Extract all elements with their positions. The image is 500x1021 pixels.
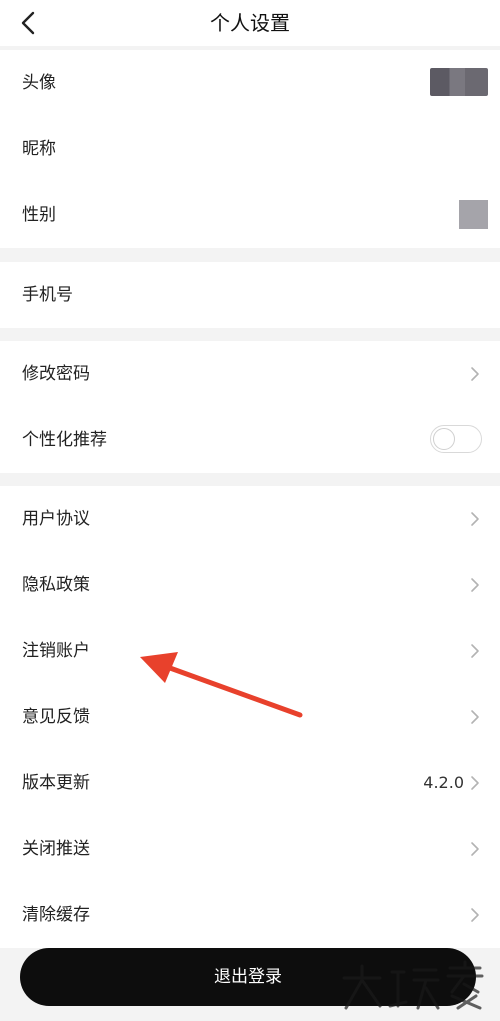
change-password-label: 修改密码 <box>22 364 90 384</box>
cancel-account-row[interactable]: 注销账户 <box>0 618 500 684</box>
chevron-right-icon <box>471 367 479 381</box>
gender-value[interactable] <box>459 200 488 229</box>
about-section: 用户协议 隐私政策 注销账户 意见反馈 版本更新 4.2.0 关闭推送 清除缓存 <box>0 486 500 948</box>
page-title: 个人设置 <box>210 11 290 35</box>
phone-section: 手机号 <box>0 262 500 328</box>
chevron-right-icon <box>471 710 479 724</box>
change-password-row[interactable]: 修改密码 <box>0 341 500 407</box>
toggle-knob <box>433 428 455 450</box>
close-push-row[interactable]: 关闭推送 <box>0 816 500 882</box>
gender-label: 性别 <box>22 205 56 225</box>
header: 个人设置 <box>0 0 500 46</box>
nickname-label: 昵称 <box>22 139 56 159</box>
personalized-recommend-label: 个性化推荐 <box>22 430 107 450</box>
close-push-label: 关闭推送 <box>22 839 90 859</box>
profile-section: 头像 昵称 性别 <box>0 50 500 248</box>
privacy-policy-label: 隐私政策 <box>22 575 90 595</box>
chevron-right-icon <box>471 578 479 592</box>
chevron-right-icon <box>471 512 479 526</box>
chevron-right-icon <box>471 644 479 658</box>
personalized-recommend-toggle[interactable] <box>430 425 482 453</box>
feedback-row[interactable]: 意见反馈 <box>0 684 500 750</box>
nickname-row[interactable]: 昵称 <box>0 116 500 182</box>
user-agreement-row[interactable]: 用户协议 <box>0 486 500 552</box>
security-section: 修改密码 个性化推荐 <box>0 341 500 473</box>
version-update-row[interactable]: 版本更新 4.2.0 <box>0 750 500 816</box>
avatar-row[interactable]: 头像 <box>0 50 500 116</box>
phone-row[interactable]: 手机号 <box>0 262 500 328</box>
privacy-policy-row[interactable]: 隐私政策 <box>0 552 500 618</box>
feedback-label: 意见反馈 <box>22 707 90 727</box>
version-update-label: 版本更新 <box>22 773 90 793</box>
chevron-right-icon <box>471 776 479 790</box>
avatar-label: 头像 <box>22 73 56 93</box>
clear-cache-row[interactable]: 清除缓存 <box>0 882 500 948</box>
clear-cache-label: 清除缓存 <box>22 905 90 925</box>
personalized-recommend-row: 个性化推荐 <box>0 407 500 473</box>
version-number: 4.2.0 <box>423 773 464 792</box>
chevron-right-icon <box>471 842 479 856</box>
chevron-right-icon <box>471 908 479 922</box>
phone-label: 手机号 <box>22 285 73 305</box>
gender-row[interactable]: 性别 <box>0 182 500 248</box>
avatar[interactable] <box>430 68 488 96</box>
watermark-logo-icon <box>342 960 484 1010</box>
cancel-account-label: 注销账户 <box>22 641 90 661</box>
user-agreement-label: 用户协议 <box>22 509 90 529</box>
